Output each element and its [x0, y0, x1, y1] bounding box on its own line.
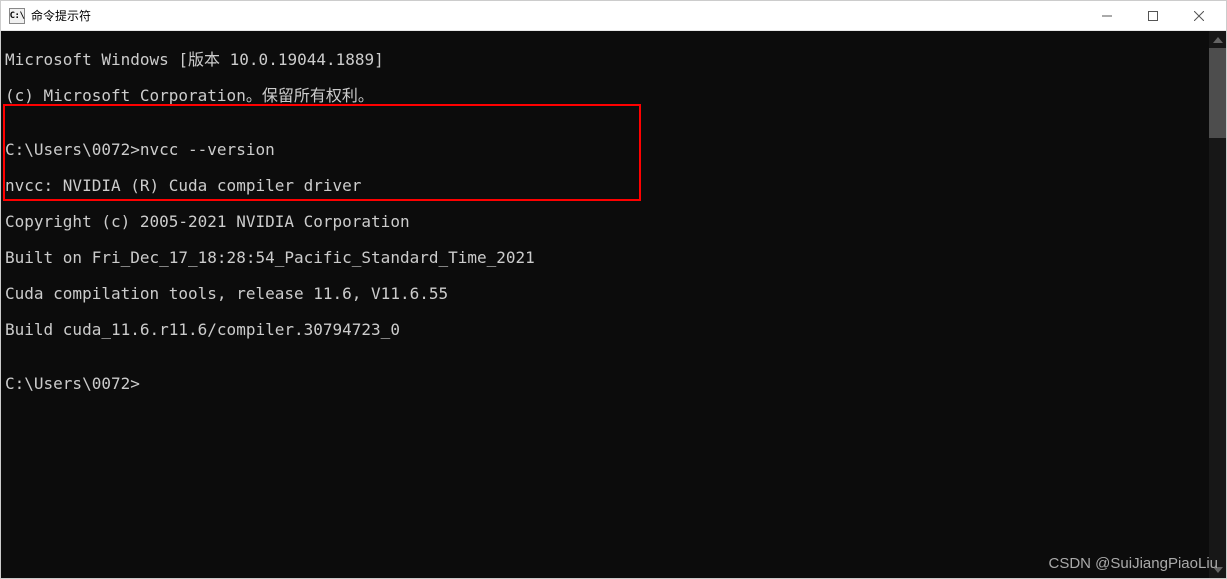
- terminal-content[interactable]: Microsoft Windows [版本 10.0.19044.1889] (…: [1, 31, 1209, 578]
- scroll-up-button[interactable]: [1209, 31, 1226, 48]
- minimize-button[interactable]: [1084, 1, 1130, 30]
- terminal-line: C:\Users\0072>nvcc --version: [5, 141, 1205, 159]
- window-controls: [1084, 1, 1222, 30]
- minimize-icon: [1102, 11, 1112, 21]
- close-button[interactable]: [1176, 1, 1222, 30]
- scroll-thumb[interactable]: [1209, 48, 1226, 138]
- scroll-track[interactable]: [1209, 48, 1226, 561]
- terminal-prompt: C:\Users\0072>: [5, 375, 1205, 393]
- maximize-button[interactable]: [1130, 1, 1176, 30]
- terminal-line: Cuda compilation tools, release 11.6, V1…: [5, 285, 1205, 303]
- terminal-line: (c) Microsoft Corporation。保留所有权利。: [5, 87, 1205, 105]
- chevron-up-icon: [1213, 37, 1223, 43]
- titlebar[interactable]: C:\ 命令提示符: [1, 1, 1226, 31]
- terminal-line: nvcc: NVIDIA (R) Cuda compiler driver: [5, 177, 1205, 195]
- maximize-icon: [1148, 11, 1158, 21]
- cmd-icon: C:\: [9, 8, 25, 24]
- terminal-line: Microsoft Windows [版本 10.0.19044.1889]: [5, 51, 1205, 69]
- window-title: 命令提示符: [31, 7, 1084, 24]
- vertical-scrollbar[interactable]: [1209, 31, 1226, 578]
- cmd-window: C:\ 命令提示符 Microsoft Windows [版本 10.0.190…: [0, 0, 1227, 579]
- chevron-down-icon: [1213, 567, 1223, 573]
- terminal-line: Built on Fri_Dec_17_18:28:54_Pacific_Sta…: [5, 249, 1205, 267]
- close-icon: [1194, 11, 1204, 21]
- terminal-line: Copyright (c) 2005-2021 NVIDIA Corporati…: [5, 213, 1205, 231]
- scroll-down-button[interactable]: [1209, 561, 1226, 578]
- terminal-line: Build cuda_11.6.r11.6/compiler.30794723_…: [5, 321, 1205, 339]
- terminal-area: Microsoft Windows [版本 10.0.19044.1889] (…: [1, 31, 1226, 578]
